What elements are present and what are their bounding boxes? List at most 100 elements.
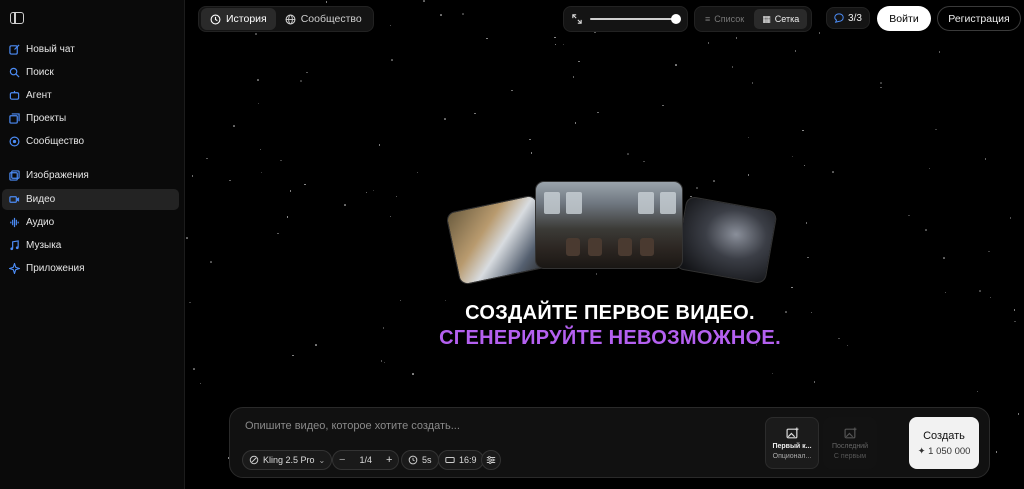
star-dot (486, 37, 488, 40)
generation-counter[interactable]: 3/3 (826, 7, 870, 29)
sidebar-item-search[interactable]: Поиск (2, 62, 179, 83)
star-dot (440, 14, 442, 16)
sidebar-item-images[interactable]: Изображения (2, 165, 179, 186)
sidebar-item-apps[interactable]: Приложения (2, 258, 179, 279)
expand-icon[interactable] (572, 14, 582, 24)
star-dot (257, 102, 260, 105)
tab-label: История (226, 13, 267, 25)
star-dot (280, 159, 282, 162)
sidebar-item-audio[interactable]: Аудио (2, 212, 179, 233)
star-dot (416, 171, 419, 174)
sidebar-item-community[interactable]: Сообщество (2, 131, 179, 152)
chevron-down-icon: ⌄ (318, 455, 326, 465)
star-dot (925, 229, 927, 231)
tab-history[interactable]: История (201, 8, 276, 30)
zoom-slider-thumb[interactable] (671, 14, 681, 24)
images-icon (9, 170, 20, 181)
tab-community[interactable]: Сообщество (276, 8, 371, 30)
star-dot (938, 51, 941, 53)
star-dot (747, 174, 750, 176)
star-dot (259, 148, 262, 151)
zoom-slider[interactable] (590, 14, 681, 24)
sidebar-item-music[interactable]: Музыка (2, 235, 179, 256)
star-dot (210, 261, 212, 263)
view-grid-button[interactable]: ▦ Сетка (754, 9, 808, 29)
star-dot (696, 187, 698, 189)
sidebar-item-projects[interactable]: Проекты (2, 108, 179, 129)
star-dot (807, 256, 809, 259)
star-dot (389, 24, 392, 27)
sidebar-item-new-chat[interactable]: Новый чат (2, 39, 179, 60)
first-frame-upload[interactable]: Первый к... Опционал... (765, 417, 819, 469)
thumbnail-detail (588, 238, 602, 256)
prompt-composer: Опишите видео, которое хотите создать...… (229, 407, 990, 478)
star-dot (643, 160, 645, 163)
star-dot (383, 361, 386, 364)
last-frame-upload[interactable]: Последний С первым (823, 417, 877, 469)
duration-value: 5s (422, 455, 432, 465)
aspect-ratio-select[interactable]: 16:9 (438, 450, 484, 470)
feed-tabs: История Сообщество (198, 6, 374, 32)
chat-bubble-icon (834, 13, 844, 23)
model-select[interactable]: Kling 2.5 Pro ⌄ (242, 450, 333, 470)
star-dot (943, 257, 945, 259)
sidebar-item-label: Видео (26, 194, 56, 205)
sidebar-item-label: Аудио (26, 217, 55, 228)
star-dot (389, 215, 392, 218)
star-dot (304, 183, 306, 186)
star-dot (803, 164, 806, 166)
clock-icon (408, 455, 418, 465)
star-dot (412, 373, 414, 375)
sample-video-thumbnail-right (674, 195, 778, 285)
sidebar-item-agent[interactable]: Агент (2, 85, 179, 106)
star-dot (554, 36, 556, 39)
star-dot (189, 301, 191, 304)
sidebar-item-label: Поиск (26, 67, 54, 78)
star-dot (791, 155, 794, 158)
star-dot (186, 237, 188, 239)
count-stepper: − 1/4 + (332, 450, 400, 470)
star-dot (306, 71, 308, 74)
star-dot (530, 152, 533, 154)
star-dot (399, 299, 402, 302)
star-dot (735, 37, 738, 39)
sidebar-toggle-icon[interactable] (10, 12, 24, 24)
hero-title: СОЗДАЙТЕ ПЕРВОЕ ВИДЕО. (465, 302, 755, 324)
star-dot (1017, 413, 1020, 415)
settings-button[interactable] (481, 450, 501, 470)
star-dot (562, 43, 564, 46)
star-dot (257, 79, 259, 81)
star-dot (976, 390, 979, 393)
star-dot (255, 33, 257, 35)
star-dot (1009, 217, 1012, 219)
sidebar-item-video[interactable]: Видео (2, 189, 179, 210)
view-list-button[interactable]: ≡ Список (697, 9, 752, 29)
agent-icon (9, 90, 20, 101)
community-icon (9, 136, 20, 147)
star-dot (572, 76, 575, 78)
sidebar-item-label: Проекты (26, 113, 67, 124)
thumbnail-detail (640, 238, 654, 256)
plus-icon[interactable]: + (386, 454, 392, 466)
star-dot (193, 368, 195, 370)
star-dot (597, 111, 599, 114)
star-dot (286, 216, 289, 218)
login-button[interactable]: Войти (877, 6, 931, 31)
star-dot (813, 381, 816, 383)
register-button[interactable]: Регистрация (937, 6, 1021, 31)
edit-icon (9, 44, 20, 55)
star-dot (380, 360, 383, 362)
star-dot (554, 43, 557, 46)
star-dot (1014, 320, 1016, 323)
star-dot (944, 291, 947, 294)
app-root: Новый чат Поиск Агент Проекты Сообщество… (0, 0, 1024, 489)
star-dot (747, 136, 750, 139)
minus-icon[interactable]: − (339, 454, 345, 466)
star-dot (229, 179, 231, 182)
prompt-input[interactable]: Опишите видео, которое хотите создать... (245, 420, 745, 432)
sidebar-item-label: Новый чат (26, 44, 75, 55)
aspect-ratio-icon (445, 457, 455, 463)
create-button[interactable]: Создать ✦ 1 050 000 (909, 417, 979, 469)
star-dot (731, 66, 734, 68)
duration-select[interactable]: 5s (401, 450, 439, 470)
